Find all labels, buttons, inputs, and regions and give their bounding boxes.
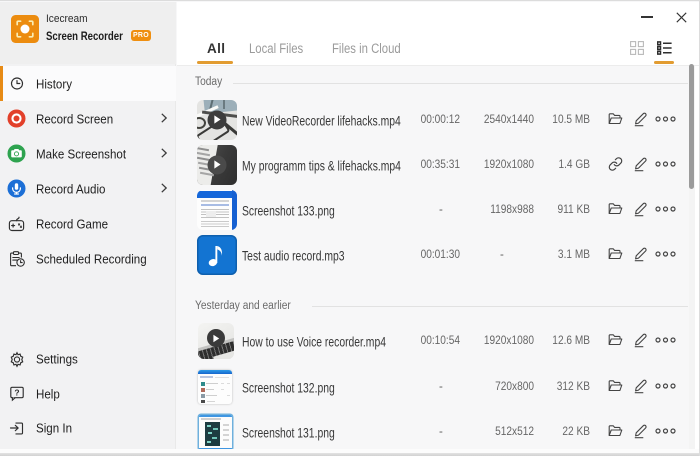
svg-text:?: ? — [14, 387, 19, 397]
